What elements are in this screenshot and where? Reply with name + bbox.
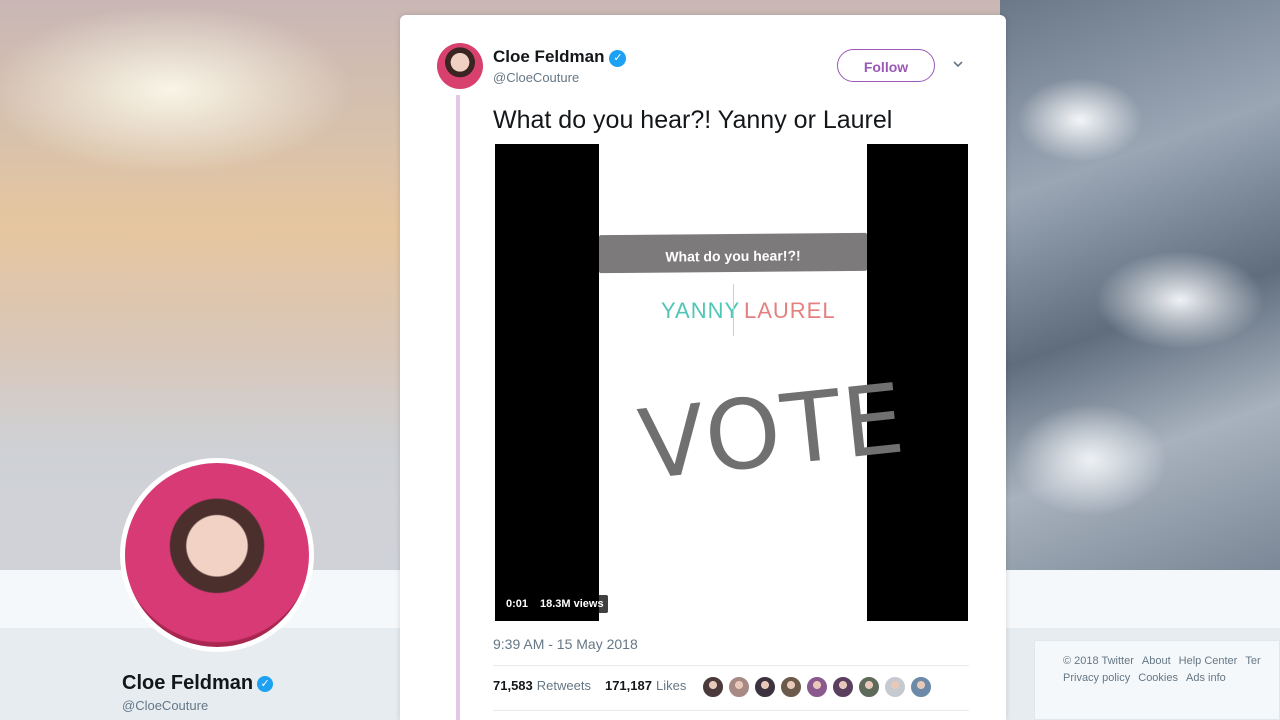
profile-name[interactable]: Cloe Feldman ✓	[122, 672, 274, 695]
divider	[493, 665, 969, 666]
site-footer: © 2018 Twitter About Help Center Ter Privac…	[1034, 640, 1280, 720]
tweet-timestamp[interactable]: 9:39 AM - 15 May 2018	[493, 636, 638, 652]
option-yanny: YANNY	[661, 298, 741, 323]
footer-link-help-center[interactable]: Help Center	[1179, 655, 1238, 667]
footer-link-cookies[interactable]: Cookies	[1138, 672, 1178, 684]
footer-link-about[interactable]: About	[1142, 655, 1171, 667]
footer-link-privacy[interactable]: Privacy policy	[1063, 672, 1130, 684]
profile-avatar[interactable]	[120, 458, 314, 652]
footer-copyright: © 2018 Twitter	[1063, 655, 1134, 667]
tweet-stats: 71,583 Retweets 171,187 Likes	[493, 678, 686, 693]
video-timer: 0:01	[502, 595, 533, 613]
banner-snow-trees	[1000, 0, 1280, 570]
option-laurel: LAUREL	[744, 298, 836, 323]
poll-question: What do you hear!?!	[665, 247, 801, 265]
tweet-text: What do you hear?! Yanny or Laurel	[493, 106, 893, 134]
poll-question-strip: What do you hear!?!	[599, 232, 867, 274]
profile-handle[interactable]: @CloeCouture	[122, 698, 208, 713]
retweets-stat[interactable]: 71,583 Retweets	[493, 678, 591, 693]
chevron-down-icon[interactable]	[953, 59, 963, 69]
verified-badge-icon: ✓	[609, 50, 627, 67]
liker-avatar[interactable]	[728, 676, 750, 698]
liker-avatar[interactable]	[910, 676, 932, 698]
liker-avatar[interactable]	[858, 676, 880, 698]
footer-link-ads-info[interactable]: Ads info	[1186, 672, 1226, 684]
author-avatar[interactable]	[437, 43, 483, 89]
tweet-card: Cloe Feldman ✓ @CloeCouture Follow What d…	[400, 15, 1006, 720]
footer-link-terms[interactable]: Ter	[1245, 655, 1260, 667]
divider	[493, 710, 969, 711]
author-name[interactable]: Cloe Feldman ✓	[493, 47, 627, 67]
author-handle[interactable]: @CloeCouture	[493, 70, 579, 85]
follow-button[interactable]: Follow	[837, 49, 935, 82]
liker-avatar[interactable]	[754, 676, 776, 698]
liker-avatar[interactable]	[702, 676, 724, 698]
verified-badge-icon: ✓	[257, 675, 274, 692]
liker-avatar[interactable]	[780, 676, 802, 698]
liker-avatars	[702, 676, 936, 698]
liker-avatar[interactable]	[884, 676, 906, 698]
thread-line	[456, 95, 460, 720]
vote-handwriting: VOTE	[633, 362, 911, 502]
liker-avatar[interactable]	[806, 676, 828, 698]
liker-avatar[interactable]	[832, 676, 854, 698]
video-player[interactable]: What do you hear!?! YANNY LAUREL VOTE 0:…	[495, 144, 968, 621]
video-view-count: 18.3M views	[536, 595, 608, 613]
option-divider	[733, 284, 734, 336]
likes-stat[interactable]: 171,187 Likes	[605, 678, 686, 693]
video-frame: What do you hear!?! YANNY LAUREL VOTE	[599, 144, 911, 621]
